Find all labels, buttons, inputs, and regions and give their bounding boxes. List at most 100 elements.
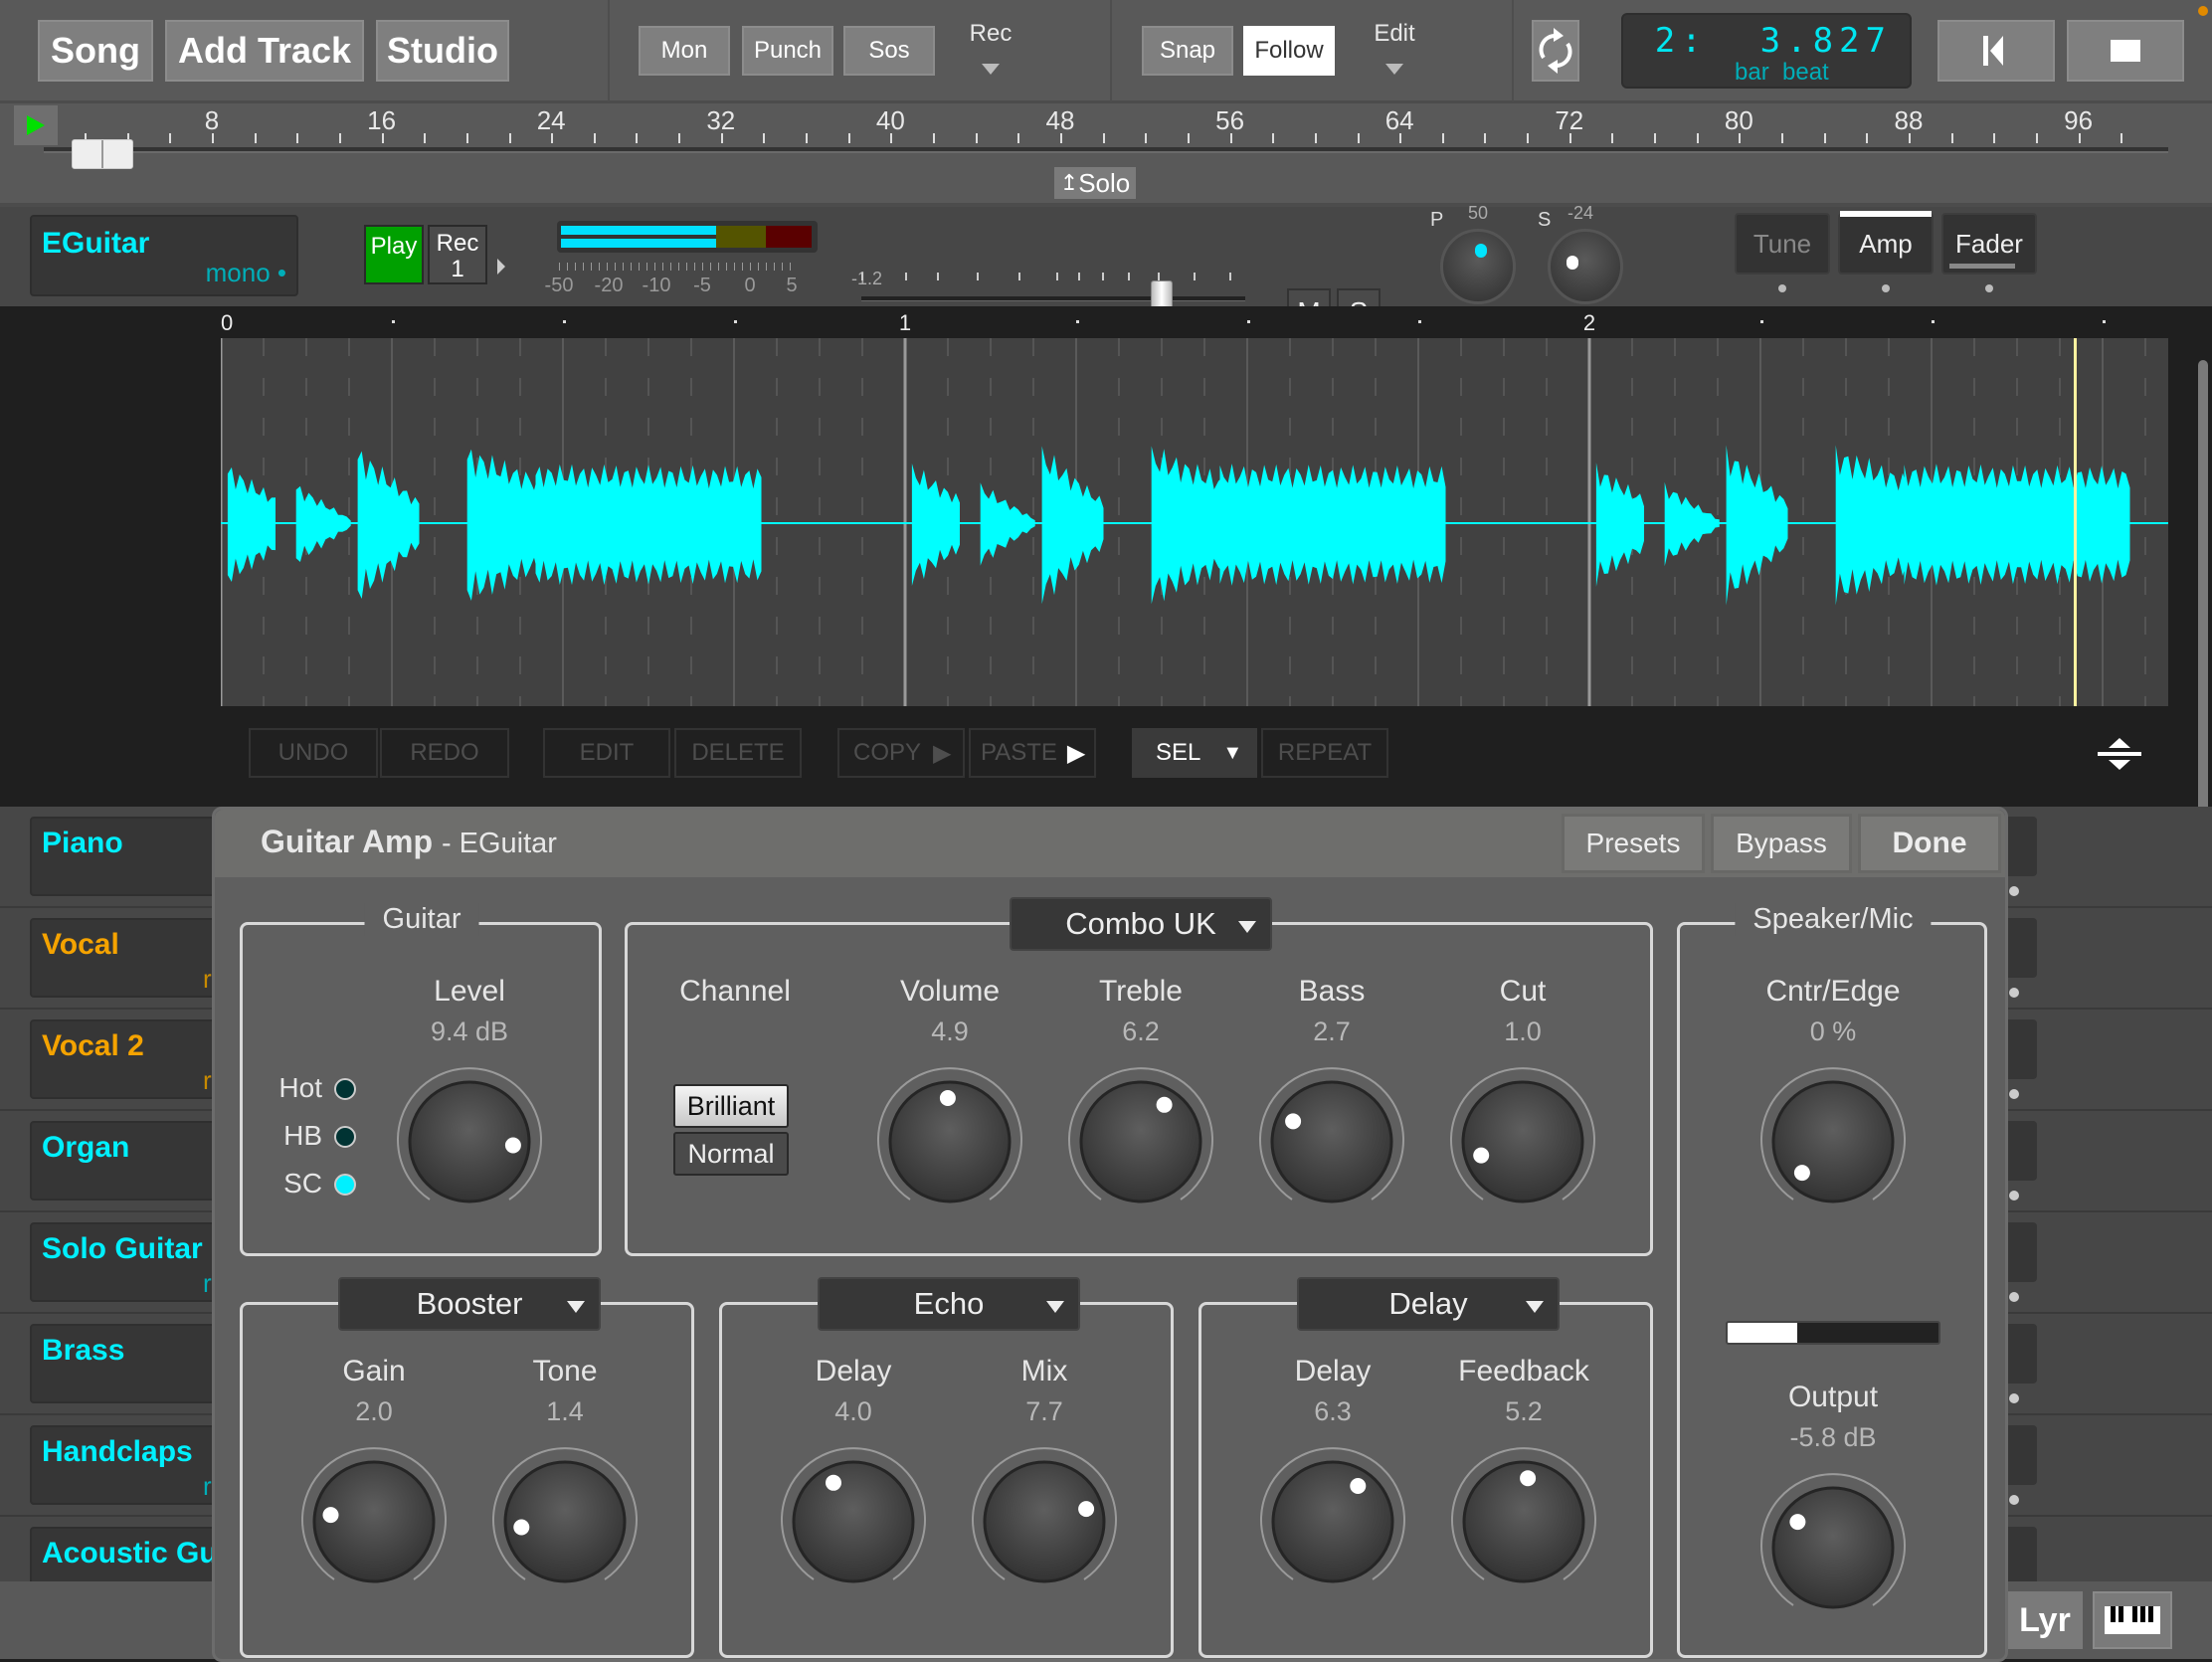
status-indicator bbox=[2198, 6, 2208, 16]
song-ruler[interactable]: 8 16 24 32 40 48 56 64 72 80 88 96 ↥ Solo bbox=[0, 103, 2212, 207]
fx2-delay-value: 4.0 bbox=[834, 1396, 872, 1426]
fx3-delay-label: Delay bbox=[1294, 1355, 1372, 1387]
level-knob[interactable] bbox=[394, 1066, 545, 1217]
mon-button[interactable]: Mon bbox=[639, 26, 730, 76]
rewind-button[interactable] bbox=[1937, 20, 2055, 82]
repeat-button[interactable]: REPEAT bbox=[1261, 728, 1388, 778]
sos-button[interactable]: Sos bbox=[843, 26, 935, 76]
follow-button[interactable]: Follow bbox=[1243, 26, 1335, 76]
knob-indicator bbox=[1156, 1096, 1173, 1113]
volume-knob[interactable] bbox=[874, 1066, 1025, 1217]
meter-tick bbox=[591, 263, 592, 271]
tab-dot bbox=[2009, 1292, 2019, 1302]
pan-knob[interactable] bbox=[1440, 229, 1516, 304]
song-button[interactable]: Song bbox=[38, 20, 153, 82]
tab-amp[interactable]: Amp bbox=[1838, 211, 1934, 275]
chevron-down-icon bbox=[1526, 1301, 1544, 1313]
resize-editor-handle[interactable] bbox=[2097, 736, 2142, 772]
paste-button[interactable]: PASTE ▶ bbox=[969, 728, 1096, 778]
rec-menu[interactable]: Rec bbox=[955, 18, 1026, 82]
meter-tick bbox=[654, 263, 655, 271]
fx2-mix-knob[interactable] bbox=[969, 1446, 1120, 1597]
tab-tune[interactable]: Tune bbox=[1735, 213, 1830, 275]
bass-knob[interactable] bbox=[1256, 1066, 1407, 1217]
fx3-feedback-label: Feedback bbox=[1458, 1355, 1589, 1387]
edit-menu[interactable]: Edit bbox=[1359, 18, 1430, 82]
cntr-edge-knob[interactable] bbox=[1757, 1066, 1909, 1217]
solo-track-button[interactable]: ↥ Solo bbox=[1054, 167, 1136, 199]
meter-tick bbox=[662, 263, 663, 271]
pickup-hb-radio[interactable] bbox=[334, 1126, 356, 1148]
snap-button[interactable]: Snap bbox=[1142, 26, 1233, 76]
knob-graphic bbox=[1760, 1067, 1906, 1203]
fader-tick bbox=[977, 273, 979, 280]
undo-button[interactable]: UNDO bbox=[249, 728, 378, 778]
play-enable-button[interactable]: Play bbox=[364, 225, 424, 284]
select-mode-button[interactable]: SEL ▼ bbox=[1132, 728, 1257, 778]
cntr-edge-value: 0 % bbox=[1809, 1016, 1857, 1046]
meter-tick bbox=[607, 263, 608, 271]
pickup-hot-radio[interactable] bbox=[334, 1078, 356, 1100]
chevron-right-icon: ▶ bbox=[1066, 739, 1086, 767]
meter-tick bbox=[790, 263, 791, 271]
knob-indicator bbox=[1793, 1165, 1810, 1182]
amp-model-dropdown[interactable]: Combo UK bbox=[1010, 897, 1272, 951]
ruler-tick bbox=[1357, 133, 1360, 143]
fx1-gain-knob[interactable] bbox=[298, 1446, 450, 1597]
fx2-delay-knob[interactable] bbox=[778, 1446, 929, 1597]
fx2-type-dropdown[interactable]: Echo bbox=[818, 1277, 1080, 1331]
tab-fader[interactable]: Fader bbox=[1941, 213, 2037, 275]
treble-knob[interactable] bbox=[1065, 1066, 1216, 1217]
loop-button[interactable] bbox=[1532, 20, 1579, 82]
ruler-tick bbox=[1823, 133, 1826, 143]
channel-normal-button[interactable]: Normal bbox=[673, 1132, 789, 1176]
meter-scale-label: 0 bbox=[744, 275, 756, 296]
presets-button[interactable]: Presets bbox=[1562, 814, 1705, 873]
edit-button[interactable]: EDIT bbox=[543, 728, 670, 778]
output-knob[interactable] bbox=[1757, 1472, 1909, 1623]
send-knob[interactable] bbox=[1548, 229, 1623, 304]
copy-button[interactable]: COPY ▶ bbox=[837, 728, 965, 778]
done-button[interactable]: Done bbox=[1858, 814, 2001, 873]
play-button[interactable] bbox=[14, 105, 58, 145]
expand-collapse-icon bbox=[2098, 738, 2141, 770]
fx1-type-dropdown[interactable]: Booster bbox=[338, 1277, 601, 1331]
waveform-canvas[interactable] bbox=[219, 338, 2168, 706]
punch-button[interactable]: Punch bbox=[742, 26, 833, 76]
waveform-ruler[interactable]: 0 1 2 bbox=[221, 306, 2168, 338]
cut-knob[interactable] bbox=[1447, 1066, 1598, 1217]
rec-enable-button[interactable]: Rec 1 bbox=[428, 225, 487, 284]
waveform-editor: 0 1 2 UNDO REDO EDIT DELETE COPY ▶ PASTE ▶ S… bbox=[0, 306, 2212, 1414]
rec-input-number: 1 bbox=[451, 256, 464, 282]
delete-button[interactable]: DELETE bbox=[674, 728, 802, 778]
redo-button[interactable]: REDO bbox=[380, 728, 509, 778]
knob-indicator bbox=[826, 1474, 841, 1491]
knob-graphic bbox=[972, 1447, 1117, 1583]
track-name-box[interactable]: EGuitar mono • bbox=[30, 215, 298, 296]
edit-menu-label: Edit bbox=[1374, 20, 1415, 47]
fx3-feedback-knob[interactable] bbox=[1448, 1446, 1599, 1597]
keyboard-button[interactable] bbox=[2093, 1591, 2172, 1649]
bypass-button[interactable]: Bypass bbox=[1711, 814, 1852, 873]
stop-button[interactable] bbox=[2067, 20, 2184, 82]
studio-button[interactable]: Studio bbox=[376, 20, 509, 82]
song-scroll-track[interactable] bbox=[44, 147, 2168, 153]
meter-scale-label: 5 bbox=[786, 275, 798, 296]
fx3-delay-knob[interactable] bbox=[1257, 1446, 1408, 1597]
meter-tick bbox=[615, 263, 616, 271]
song-position-handle[interactable] bbox=[72, 139, 133, 169]
audio-waveform bbox=[227, 445, 2130, 606]
ruler-tick bbox=[338, 133, 341, 143]
fx1-tone-knob[interactable] bbox=[489, 1446, 641, 1597]
lyrics-button[interactable]: Lyr bbox=[2007, 1591, 2083, 1649]
add-track-button[interactable]: Add Track bbox=[165, 20, 364, 82]
fader-track[interactable] bbox=[861, 296, 1245, 301]
tab-label: Fader bbox=[1955, 228, 2023, 259]
channel-brilliant-button[interactable]: Brilliant bbox=[673, 1084, 789, 1128]
fx3-type-dropdown[interactable]: Delay bbox=[1297, 1277, 1560, 1331]
knob-graphic bbox=[781, 1447, 926, 1583]
pickup-sc-radio[interactable] bbox=[334, 1174, 356, 1196]
knob-graphic bbox=[1450, 1067, 1595, 1203]
ruler-bar-number: 96 bbox=[2064, 105, 2094, 135]
meter-tick bbox=[750, 263, 751, 271]
